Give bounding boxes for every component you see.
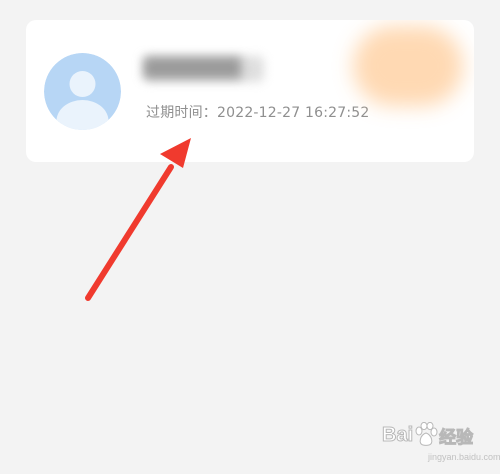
red-annotation-arrow-icon [85,138,191,301]
watermark-brand-right: 经验 [439,427,474,448]
watermark-brand-left: Bai [381,423,414,446]
baidu-jingyan-watermark: Bai 经验 [381,420,474,450]
baidu-paw-icon [415,422,438,446]
watermark-url: jingyan.baidu.com [428,452,500,462]
